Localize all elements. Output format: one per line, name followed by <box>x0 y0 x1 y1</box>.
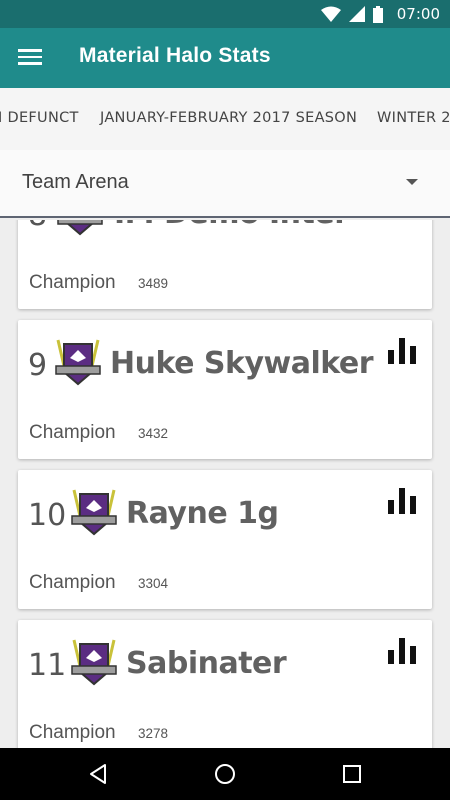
player-gamertag: IM Demo Inter <box>114 220 349 231</box>
tab-defunct[interactable]: I DEFUNCT <box>0 110 79 126</box>
player-gamertag: Huke Skywalker <box>110 346 374 381</box>
player-csr: 3304 <box>138 576 169 591</box>
player-csr: 3432 <box>138 426 169 441</box>
player-csr: 3278 <box>138 726 169 741</box>
player-rank-name: Champion <box>29 722 116 743</box>
system-nav-bar <box>0 748 450 800</box>
player-rank-name: Champion <box>29 572 116 593</box>
home-icon[interactable] <box>213 762 237 786</box>
champion-emblem-icon <box>57 220 103 236</box>
player-gamertag: Rayne 1g <box>126 496 279 531</box>
playlist-dropdown[interactable]: Team Arena <box>0 150 450 218</box>
playlist-selected-value: Team Arena <box>22 171 129 193</box>
leaderboard-card[interactable]: 8 IM Demo Inter Champion 3489 <box>18 220 432 309</box>
season-tabs: I DEFUNCT JANUARY-FEBRUARY 2017 SEASON W… <box>0 88 450 150</box>
back-icon[interactable] <box>86 762 110 786</box>
status-bar: 07:00 <box>0 0 450 28</box>
leaderboard-card[interactable]: 11 Sabinater Champion 3278 <box>18 620 432 748</box>
tab-winter[interactable]: WINTER 20 <box>377 110 450 126</box>
status-time: 07:00 <box>396 5 440 23</box>
player-rank-name: Champion <box>29 272 116 293</box>
champion-emblem-icon <box>71 639 117 686</box>
app-title: Material Halo Stats <box>79 44 271 67</box>
player-csr: 3489 <box>138 276 169 291</box>
stats-chart-icon[interactable] <box>388 638 416 664</box>
champion-emblem-icon <box>55 339 101 386</box>
player-rank: 10 <box>28 498 67 533</box>
tab-jan-feb-2017-season[interactable]: JANUARY-FEBRUARY 2017 SEASON <box>100 110 357 126</box>
leaderboard-list[interactable]: 8 IM Demo Inter Champion 3489 9 Huke Sky… <box>0 220 450 748</box>
wifi-icon <box>320 6 341 22</box>
leaderboard-card[interactable]: 10 Rayne 1g Champion 3304 <box>18 470 432 609</box>
hamburger-menu-icon[interactable] <box>18 46 42 70</box>
champion-emblem-icon <box>71 489 117 536</box>
player-rank: 8 <box>28 220 47 233</box>
player-rank: 11 <box>28 648 67 683</box>
player-rank: 9 <box>28 348 48 383</box>
player-rank-name: Champion <box>29 422 116 443</box>
dropdown-arrow-icon <box>406 179 418 185</box>
player-gamertag: Sabinater <box>126 646 287 681</box>
stats-chart-icon[interactable] <box>388 488 416 514</box>
battery-icon <box>372 5 383 23</box>
app-bar: Material Halo Stats <box>0 28 450 88</box>
recents-icon[interactable] <box>340 762 364 786</box>
signal-icon <box>348 6 365 22</box>
leaderboard-card[interactable]: 9 Huke Skywalker Champion 3432 <box>18 320 432 459</box>
stats-chart-icon[interactable] <box>388 338 416 364</box>
